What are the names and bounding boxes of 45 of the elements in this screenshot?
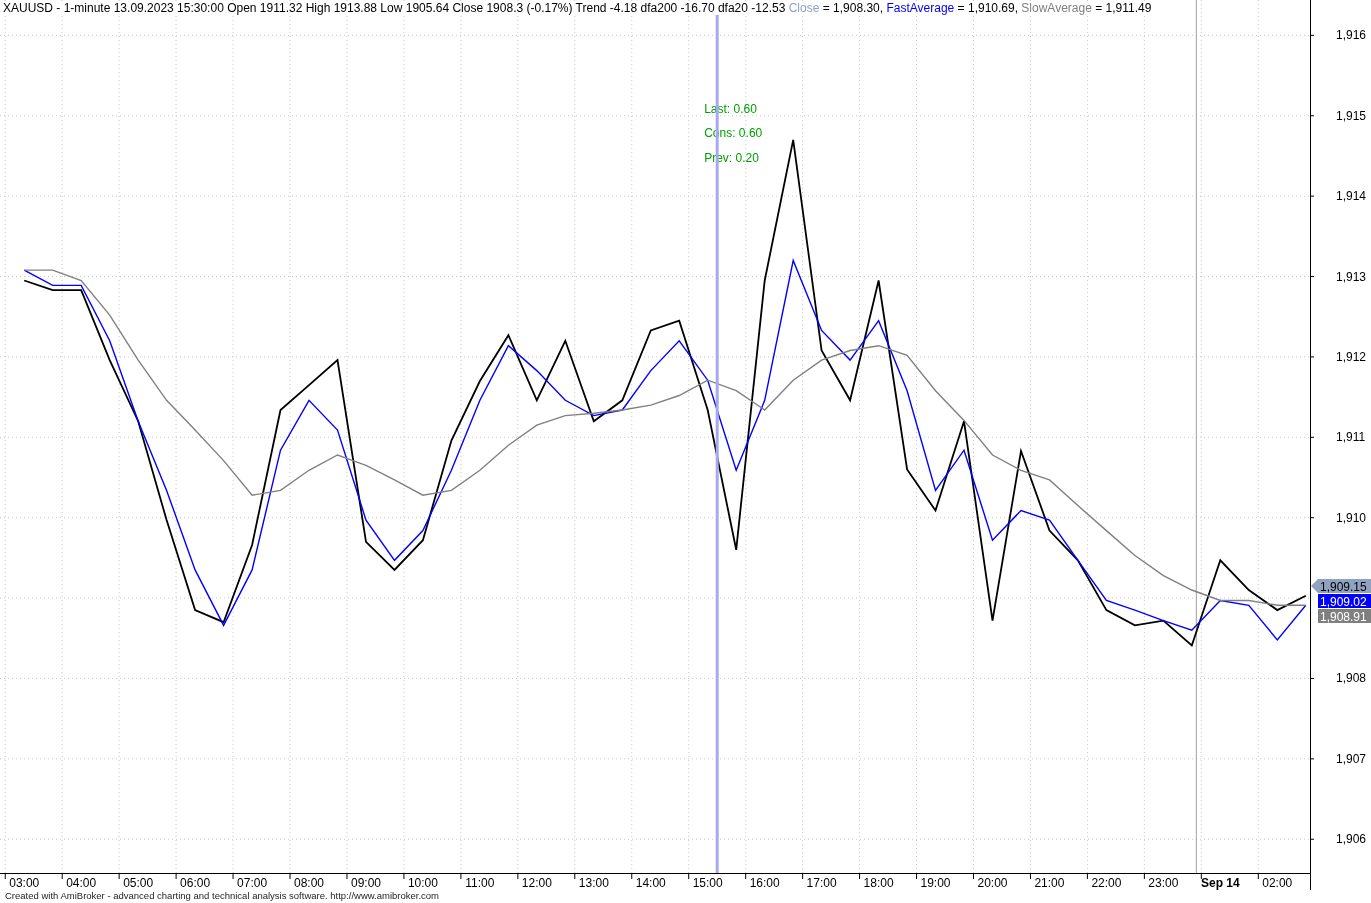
y-axis-label: 1,912 <box>1336 349 1367 364</box>
legend-value: = 1,910.69, <box>957 1 1018 15</box>
x-axis-label: 04:00 <box>66 876 97 890</box>
legend-label: FastAverage <box>886 1 955 15</box>
x-axis-label: 19:00 <box>920 876 951 890</box>
x-axis-label: 17:00 <box>806 876 837 890</box>
legend-value: = 1,911.49 <box>1095 1 1152 15</box>
footer-text: Created with AmiBroker - advanced charting and technical analysis software. http://www.amibroker.com <box>4 890 441 902</box>
x-axis-label: 22:00 <box>1091 876 1122 890</box>
price-tag: 1,909.15 <box>1311 579 1371 594</box>
y-axis-label: 1,916 <box>1336 28 1367 43</box>
x-axis-label: 12:00 <box>521 876 552 890</box>
legend-value: = 1,908.30, <box>822 1 884 15</box>
x-axis-label: 05:00 <box>123 876 154 890</box>
price-tag: 1,909.02 <box>1318 594 1371 609</box>
legend-label: SlowAverage <box>1021 1 1092 15</box>
x-axis-label: 14:00 <box>635 876 666 890</box>
y-axis-label: 1,915 <box>1336 108 1367 123</box>
x-axis-label: 15:00 <box>692 876 723 890</box>
x-axis-label: 09:00 <box>350 876 381 890</box>
x-axis-label: 06:00 <box>180 876 211 890</box>
y-axis-label: 1,906 <box>1336 832 1367 847</box>
x-axis-label: 13:00 <box>578 876 609 890</box>
x-axis-label: 02:00 <box>1262 876 1293 890</box>
y-axis-label: 1,913 <box>1336 269 1367 284</box>
x-axis-label: 03:00 <box>9 876 40 890</box>
y-axis-label: 1,908 <box>1336 671 1367 686</box>
legend-label: Close <box>788 1 820 15</box>
y-axis-label: 1,914 <box>1336 189 1367 204</box>
y-axis-label: 1,911 <box>1336 430 1366 445</box>
x-axis-label: 10:00 <box>407 876 438 890</box>
x-axis-label: 07:00 <box>237 876 268 890</box>
x-axis-label: 21:00 <box>1034 876 1065 890</box>
x-axis-label: 23:00 <box>1148 876 1179 890</box>
price-tag: 1,908.91 <box>1318 609 1371 624</box>
study-label: Last: 0.60 <box>704 102 757 117</box>
x-axis-label: 11:00 <box>465 876 495 890</box>
x-axis-label: 16:00 <box>749 876 780 890</box>
x-axis-label: 08:00 <box>294 876 325 890</box>
y-axis-label: 1,910 <box>1336 510 1367 525</box>
x-axis-label: 18:00 <box>863 876 894 890</box>
x-axis-label: Sep 14 <box>1200 876 1240 890</box>
y-axis-label: 1,907 <box>1336 751 1367 766</box>
x-axis-label: 20:00 <box>977 876 1008 890</box>
chart-title: XAUUSD - 1-minute 13.09.2023 15:30:00 Open 1911.32 High 1913.88 Low 1905.64 Close 1908.3 (-0.17%) Trend -4.18 dfa200 -16.70 dfa20 -12.53 <box>3 1 786 15</box>
